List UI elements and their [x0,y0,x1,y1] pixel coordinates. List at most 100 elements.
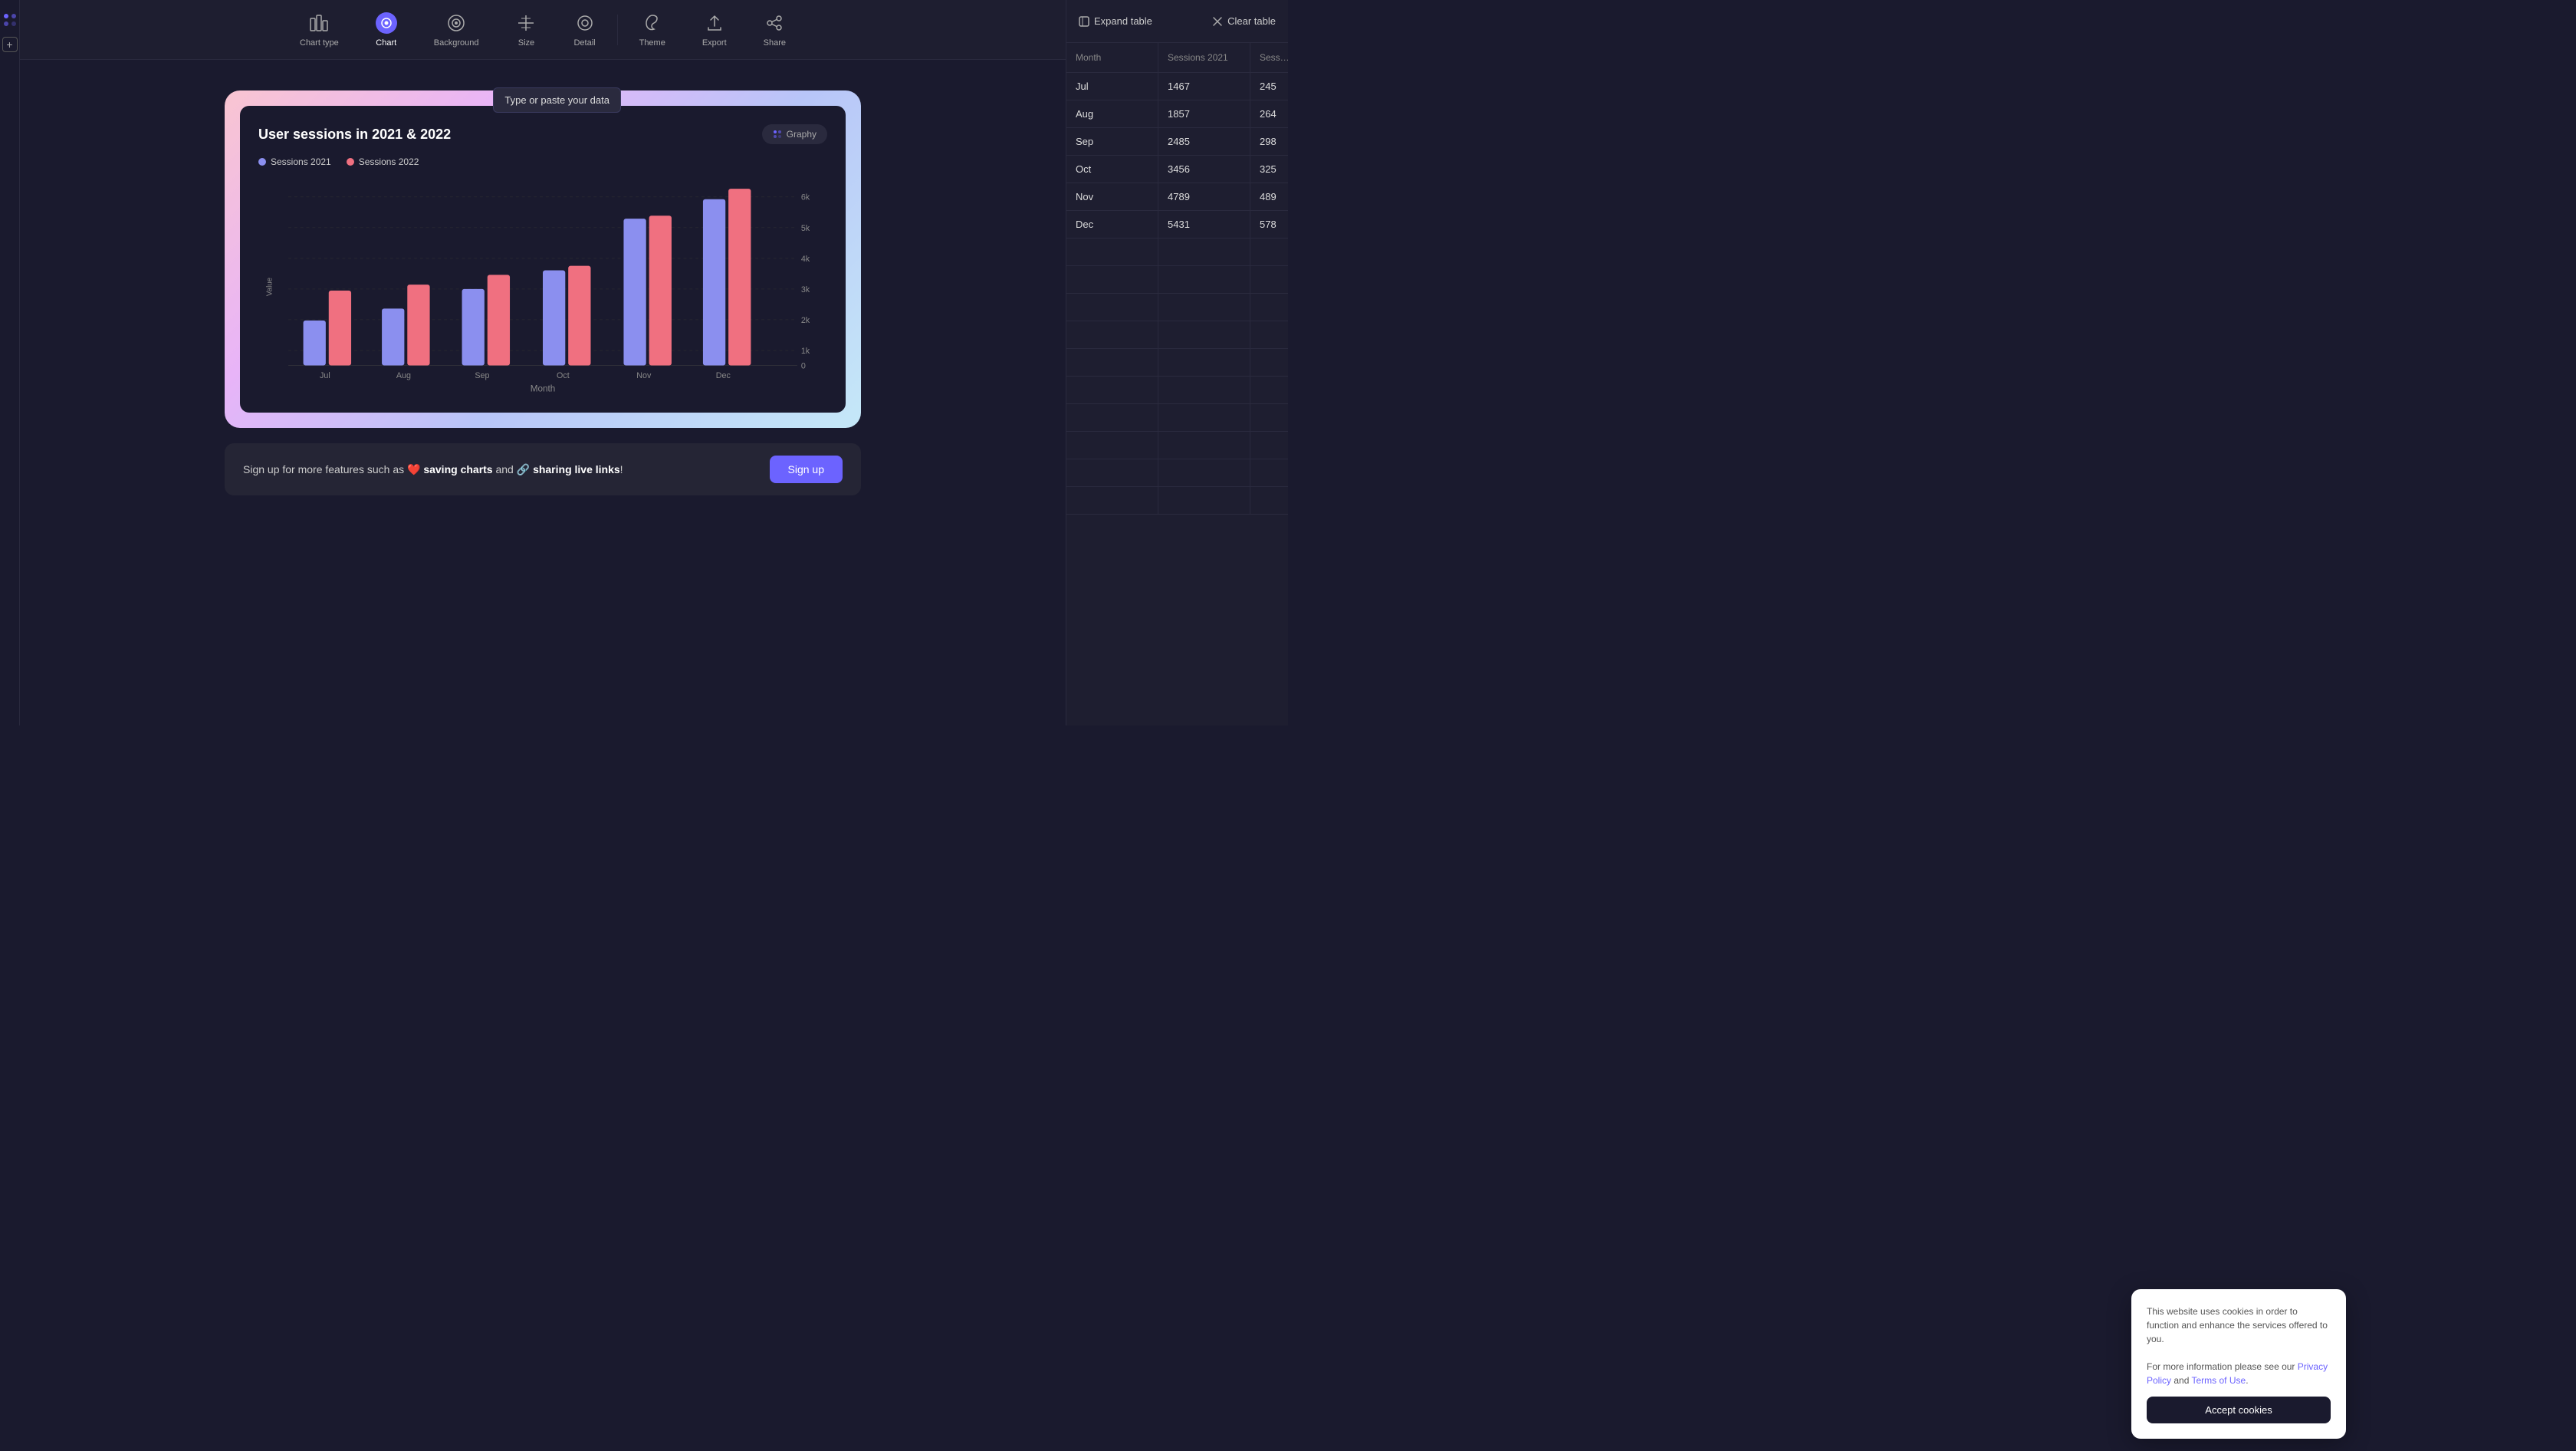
table-row-empty[interactable] [1066,459,1288,487]
svg-text:Value: Value [266,278,274,296]
main-content: Chart type Chart Background [20,0,1066,726]
canvas-area: Type or paste your data User sessions in… [20,60,1066,726]
app-logo [2,12,18,28]
bar-nov-2021 [623,219,646,365]
legend-label-2022: Sessions 2022 [359,156,419,167]
size-label: Size [518,38,534,48]
bar-sep-2022 [488,275,510,365]
td-month-oct: Oct [1066,156,1158,183]
svg-text:Oct: Oct [557,371,570,380]
expand-table-label: Expand table [1094,15,1152,27]
svg-text:Dec: Dec [716,371,731,380]
svg-text:Nov: Nov [636,371,652,380]
bar-jul-2022 [329,291,351,366]
legend-2022: Sessions 2022 [347,156,419,167]
chart-title: User sessions in 2021 & 2022 [258,127,451,143]
toolbar-chart-type[interactable]: Chart type [281,6,357,54]
table-row-empty[interactable] [1066,349,1288,377]
table-row[interactable]: Aug 1857 264 [1066,100,1288,128]
table-row-empty[interactable] [1066,404,1288,432]
table-header: Month Sessions 2021 Sess… [1066,43,1288,73]
toolbar-share[interactable]: Share [745,6,804,54]
bar-aug-2021 [382,308,404,365]
table-row[interactable]: Dec 5431 578 [1066,211,1288,239]
table-row[interactable]: Jul 1467 245 [1066,73,1288,100]
td-s2021-aug: 1857 [1158,100,1250,127]
td-month-sep: Sep [1066,128,1158,155]
toolbar-export[interactable]: Export [684,6,745,54]
toolbar: Chart type Chart Background [20,0,1066,60]
td-s2021-nov: 4789 [1158,183,1250,210]
col-month: Month [1066,43,1158,72]
export-label: Export [702,38,727,48]
toolbar-background[interactable]: Background [416,6,498,54]
chart-inner: User sessions in 2021 & 2022 Graphy [240,106,846,413]
toolbar-theme[interactable]: Theme [621,6,684,54]
td-s2021-sep: 2485 [1158,128,1250,155]
share-label: Share [764,38,786,48]
td-s2022-jul: 245 [1250,73,1288,100]
chart-legend: Sessions 2021 Sessions 2022 [258,156,827,167]
td-s2022-aug: 264 [1250,100,1288,127]
chart-type-icon [308,12,330,34]
bar-oct-2022 [568,266,590,366]
svg-text:Aug: Aug [396,371,411,380]
theme-label: Theme [639,38,665,48]
chart-title-row: User sessions in 2021 & 2022 Graphy [258,124,827,144]
table-row[interactable]: Sep 2485 298 [1066,128,1288,156]
table-row-empty[interactable] [1066,432,1288,459]
table-row[interactable]: Nov 4789 489 [1066,183,1288,211]
theme-icon [642,12,663,34]
table-row-empty[interactable] [1066,487,1288,515]
table-row-empty[interactable] [1066,266,1288,294]
signup-button[interactable]: Sign up [770,456,843,483]
svg-text:2k: 2k [801,316,810,325]
td-s2022-nov: 489 [1250,183,1288,210]
size-icon [515,12,537,34]
bar-aug-2022 [407,285,429,365]
svg-text:Sep: Sep [475,371,489,380]
detail-label: Detail [573,38,595,48]
td-month-aug: Aug [1066,100,1158,127]
left-sidebar: + [0,0,20,726]
td-month-dec: Dec [1066,211,1158,238]
expand-table-button[interactable]: Expand table [1070,9,1162,33]
bar-nov-2022 [649,216,672,365]
right-panel-header: Expand table Clear table [1066,0,1288,43]
svg-text:0: 0 [801,361,806,370]
toolbar-chart[interactable]: Chart [357,6,416,54]
table-row-empty[interactable] [1066,294,1288,321]
background-label: Background [434,38,479,48]
table-row[interactable]: Oct 3456 325 [1066,156,1288,183]
table-row-empty[interactable] [1066,239,1288,266]
chart-icon [376,12,397,34]
bar-jul-2021 [304,321,326,366]
data-tooltip: Type or paste your data [493,87,621,113]
svg-text:Month: Month [531,384,556,394]
data-table: Month Sessions 2021 Sess… Jul 1467 245 A… [1066,43,1288,726]
detail-icon [574,12,596,34]
add-button[interactable]: + [2,37,18,52]
chart-label: Chart [376,38,396,48]
col-sessions-2022: Sess… [1250,43,1288,72]
graphy-label: Graphy [787,129,816,140]
graphy-badge: Graphy [762,124,827,144]
legend-dot-2022 [347,158,354,166]
td-month-nov: Nov [1066,183,1158,210]
td-month-jul: Jul [1066,73,1158,100]
svg-text:4k: 4k [801,255,810,264]
svg-text:Jul: Jul [320,371,330,380]
toolbar-divider [617,15,618,45]
table-row-empty[interactable] [1066,321,1288,349]
clear-table-label: Clear table [1227,15,1276,27]
clear-table-button[interactable]: Clear table [1203,9,1285,33]
td-s2021-dec: 5431 [1158,211,1250,238]
signup-text: Sign up for more features such as ❤️ sav… [243,463,623,476]
toolbar-detail[interactable]: Detail [555,6,613,54]
toolbar-size[interactable]: Size [497,6,555,54]
table-row-empty[interactable] [1066,377,1288,404]
svg-text:6k: 6k [801,193,810,202]
bar-sep-2021 [462,289,485,366]
legend-label-2021: Sessions 2021 [271,156,331,167]
signup-bar: Sign up for more features such as ❤️ sav… [225,443,861,495]
